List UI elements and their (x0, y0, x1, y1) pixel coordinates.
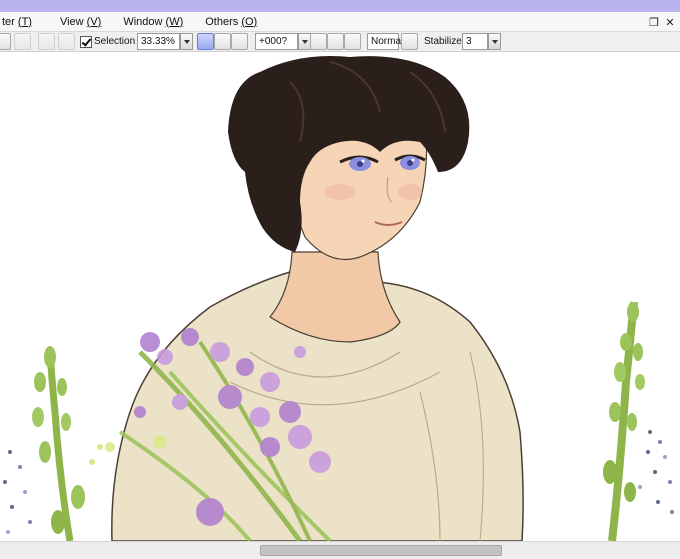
menu-view[interactable]: View (V) (56, 16, 105, 28)
selection-checkbox[interactable] (80, 36, 92, 48)
zoom-out-button[interactable] (197, 33, 214, 50)
menu-others[interactable]: Others (O) (201, 16, 261, 28)
stabilizer-label: Stabilizer (424, 36, 466, 47)
right-plant (603, 301, 674, 541)
zoom-fit-button[interactable] (231, 33, 248, 50)
blend-mode-field[interactable]: Normal (367, 33, 403, 50)
zoom-dropdown-icon[interactable] (180, 33, 193, 50)
menu-bar: ter (T) View (V) Window (W) Others (O) ❐… (0, 12, 680, 32)
menu-filter[interactable]: ter (T) (0, 16, 36, 28)
undo-button[interactable] (0, 33, 11, 50)
zoom-field[interactable]: 33.33% (137, 33, 180, 50)
rotation-field[interactable]: +000? (255, 33, 298, 50)
rotate-reset-button[interactable] (327, 33, 344, 50)
title-bar (0, 0, 680, 12)
window-close-icon[interactable]: ✕ (660, 12, 680, 32)
left-plant (3, 346, 103, 541)
rotate-right-button[interactable] (344, 33, 361, 50)
illustration (3, 56, 674, 541)
toolbar: Selection 33.33% +000? Normal Stabilizer… (0, 32, 680, 52)
scroll-left-icon[interactable] (0, 544, 12, 557)
horizontal-scroll-thumb[interactable] (260, 545, 502, 556)
zoom-in-button[interactable] (214, 33, 231, 50)
rotate-left-button[interactable] (310, 33, 327, 50)
selection-label: Selection (94, 36, 136, 47)
flip-horizontal-button[interactable] (401, 33, 418, 50)
drawing-canvas[interactable] (0, 52, 680, 541)
menu-window[interactable]: Window (W) (119, 16, 187, 28)
invert-selection-button[interactable] (58, 33, 75, 50)
redo-button[interactable] (14, 33, 31, 50)
stabilizer-field[interactable]: 3 (462, 33, 488, 50)
stabilizer-dropdown-icon[interactable] (488, 33, 501, 50)
deselect-button[interactable] (38, 33, 55, 50)
horizontal-scrollbar[interactable] (0, 541, 680, 559)
